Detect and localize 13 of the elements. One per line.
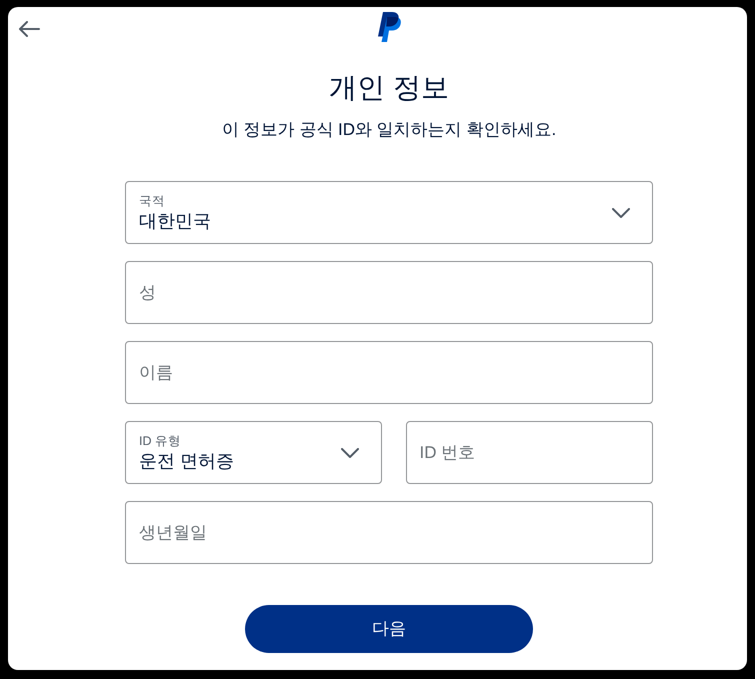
input-field[interactable]: 이름 [125, 341, 653, 404]
chevron-down-icon [340, 448, 358, 458]
input-field[interactable]: 생년월일 [125, 501, 653, 564]
select-field[interactable]: 국적 대한민국 [125, 181, 653, 244]
select-field[interactable]: ID 유형 운전 면허증 [125, 421, 382, 484]
back-arrow-icon[interactable] [18, 21, 40, 37]
chevron-down-icon [612, 208, 630, 218]
next-button[interactable]: 다음 [245, 605, 533, 653]
input-field[interactable]: 성 [125, 261, 653, 324]
page-subtitle: 이 정보가 공식 ID와 일치하는지 확인하세요. [220, 119, 558, 141]
page-title: 개인 정보 [328, 71, 450, 105]
logo-icon [376, 12, 402, 42]
input-field[interactable]: ID 번호 [406, 421, 653, 484]
